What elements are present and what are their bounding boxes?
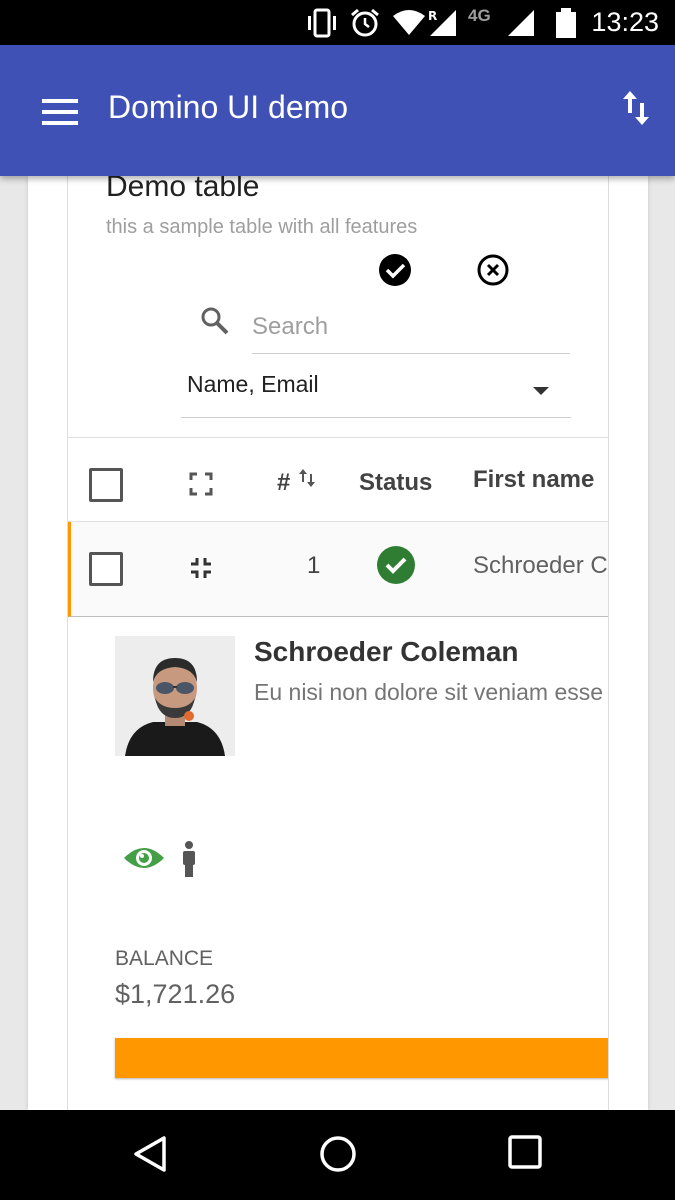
app-title: Domino UI demo bbox=[108, 89, 349, 125]
alarm-icon bbox=[351, 8, 379, 37]
expand-all-icon[interactable] bbox=[189, 472, 213, 496]
card-title: Demo table bbox=[106, 176, 260, 203]
balance-bar bbox=[115, 1038, 608, 1078]
table-row[interactable]: 1 Schroeder Coleman bbox=[68, 522, 608, 617]
person-name: Schroeder Coleman bbox=[254, 636, 519, 667]
signal-icon bbox=[508, 10, 534, 36]
card-subtitle: this a sample table with all features bbox=[106, 216, 418, 238]
signal-roaming-icon: R bbox=[428, 9, 456, 36]
sort-icon[interactable] bbox=[621, 89, 651, 127]
check-circle-icon[interactable] bbox=[379, 254, 411, 286]
sort-icon[interactable] bbox=[298, 468, 316, 488]
menu-icon[interactable] bbox=[42, 99, 78, 125]
clock: 13:23 bbox=[591, 7, 659, 37]
status-bar: R 4G 13:23 bbox=[0, 0, 675, 45]
row-number: 1 bbox=[307, 552, 321, 579]
column-header-status[interactable]: Status bbox=[359, 469, 432, 497]
search-icon bbox=[201, 307, 229, 335]
check-circle-icon bbox=[377, 546, 415, 584]
caret-down-icon bbox=[533, 387, 549, 395]
person-description: Eu nisi non dolore sit veniam esse bbox=[254, 679, 604, 705]
cancel-circle-icon[interactable] bbox=[477, 254, 509, 286]
avatar bbox=[115, 636, 235, 756]
battery-icon bbox=[556, 8, 576, 38]
table-header: # Status First name bbox=[68, 438, 608, 522]
recents-icon[interactable] bbox=[508, 1135, 542, 1169]
select-all-checkbox[interactable] bbox=[89, 468, 123, 502]
back-icon[interactable] bbox=[133, 1135, 167, 1173]
home-icon[interactable] bbox=[319, 1135, 357, 1173]
collapse-icon[interactable] bbox=[189, 556, 213, 580]
table-card: Demo table this a sample table with all … bbox=[67, 176, 609, 1110]
row-checkbox[interactable] bbox=[89, 552, 123, 586]
eye-icon bbox=[124, 848, 164, 868]
balance-label: BALANCE bbox=[115, 947, 214, 970]
navigation-bar bbox=[0, 1110, 675, 1200]
balance-value: $1,721.26 bbox=[115, 979, 236, 1009]
app-bar: Domino UI demo bbox=[0, 45, 675, 176]
person-icon bbox=[183, 841, 195, 877]
column-header-first-name[interactable]: First name bbox=[473, 466, 594, 494]
wifi-icon bbox=[393, 10, 425, 35]
network-type: 4G bbox=[468, 6, 491, 25]
column-header-number[interactable]: # bbox=[277, 469, 290, 497]
row-first-name: Schroeder Coleman bbox=[473, 552, 608, 579]
svg-text:R: R bbox=[428, 9, 437, 23]
search-input[interactable] bbox=[252, 300, 570, 354]
filter-select[interactable]: Name, Email bbox=[181, 361, 571, 418]
filter-select-value: Name, Email bbox=[187, 371, 319, 397]
vibrate-icon bbox=[308, 8, 336, 38]
